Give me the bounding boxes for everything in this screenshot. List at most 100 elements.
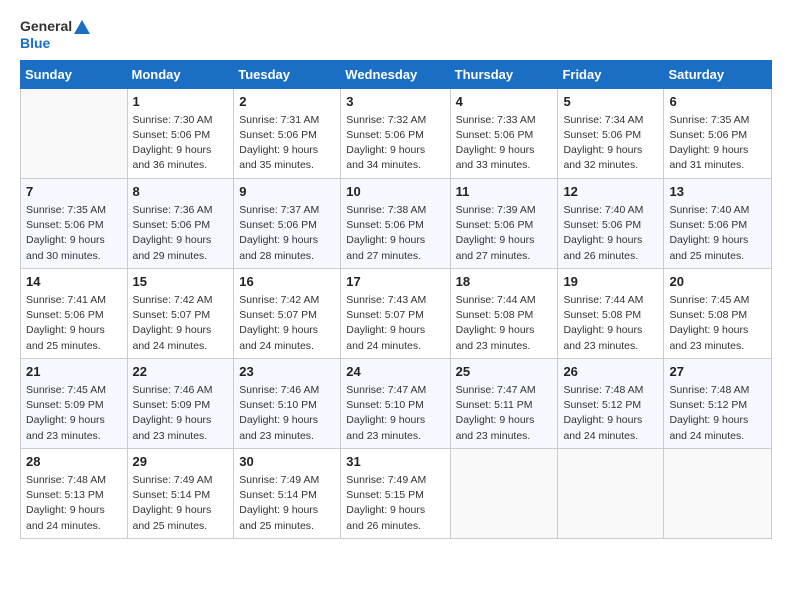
calendar-cell: 10Sunrise: 7:38 AMSunset: 5:06 PMDayligh… xyxy=(341,178,450,268)
day-number: 16 xyxy=(239,273,335,291)
calendar-cell: 2 Sunrise: 7:31 AMSunset: 5:06 PMDaylight… xyxy=(234,88,341,178)
day-info: Sunrise: 7:48 AMSunset: 5:12 PMDaylight:… xyxy=(563,383,658,444)
day-info: Sunrise: 7:45 AMSunset: 5:09 PMDaylight:… xyxy=(26,383,122,444)
day-number: 14 xyxy=(26,273,122,291)
day-info: Sunrise: 7:43 AMSunset: 5:07 PMDaylight:… xyxy=(346,293,444,354)
day-info: Sunrise: 7:30 AMSunset: 5:06 PMDaylight:… xyxy=(133,113,229,174)
day-number: 15 xyxy=(133,273,229,291)
day-info: Sunrise: 7:46 AMSunset: 5:09 PMDaylight:… xyxy=(133,383,229,444)
calendar-cell: 21 Sunrise: 7:45 AMSunset: 5:09 PMDayligh… xyxy=(21,358,128,448)
calendar-cell: 15 Sunrise: 7:42 AMSunset: 5:07 PMDayligh… xyxy=(127,268,234,358)
calendar-cell: 20 Sunrise: 7:45 AMSunset: 5:08 PMDayligh… xyxy=(664,268,772,358)
day-number: 13 xyxy=(669,183,766,201)
day-number: 31 xyxy=(346,453,444,471)
calendar-cell: 18 Sunrise: 7:44 AMSunset: 5:08 PMDayligh… xyxy=(450,268,558,358)
calendar-cell: 17 Sunrise: 7:43 AMSunset: 5:07 PMDayligh… xyxy=(341,268,450,358)
day-info: Sunrise: 7:49 AMSunset: 5:15 PMDaylight:… xyxy=(346,473,444,534)
calendar-cell: 5 Sunrise: 7:34 AMSunset: 5:06 PMDaylight… xyxy=(558,88,664,178)
calendar-cell: 1 Sunrise: 7:30 AMSunset: 5:06 PMDaylight… xyxy=(127,88,234,178)
calendar-table: SundayMondayTuesdayWednesdayThursdayFrid… xyxy=(20,60,772,539)
calendar-cell xyxy=(558,448,664,538)
day-info: Sunrise: 7:40 AMSunset: 5:06 PMDaylight:… xyxy=(669,203,766,264)
day-number: 17 xyxy=(346,273,444,291)
calendar-week-3: 14Sunrise: 7:41 AMSunset: 5:06 PMDayligh… xyxy=(21,268,772,358)
page-container: General Blue SundayMondayTuesdayWednesda… xyxy=(0,0,792,549)
day-info: Sunrise: 7:34 AMSunset: 5:06 PMDaylight:… xyxy=(563,113,658,174)
day-number: 28 xyxy=(26,453,122,471)
day-header-friday: Friday xyxy=(558,60,664,88)
calendar-cell: 26Sunrise: 7:48 AMSunset: 5:12 PMDayligh… xyxy=(558,358,664,448)
calendar-cell: 24Sunrise: 7:47 AMSunset: 5:10 PMDayligh… xyxy=(341,358,450,448)
day-info: Sunrise: 7:32 AMSunset: 5:06 PMDaylight:… xyxy=(346,113,444,174)
day-info: Sunrise: 7:45 AMSunset: 5:08 PMDaylight:… xyxy=(669,293,766,354)
day-number: 1 xyxy=(133,93,229,111)
day-info: Sunrise: 7:33 AMSunset: 5:06 PMDaylight:… xyxy=(456,113,553,174)
calendar-cell: 23 Sunrise: 7:46 AMSunset: 5:10 PMDayligh… xyxy=(234,358,341,448)
day-info: Sunrise: 7:31 AMSunset: 5:06 PMDaylight:… xyxy=(239,113,335,174)
calendar-cell: 9 Sunrise: 7:37 AMSunset: 5:06 PMDaylight… xyxy=(234,178,341,268)
day-info: Sunrise: 7:49 AMSunset: 5:14 PMDaylight:… xyxy=(239,473,335,534)
day-number: 21 xyxy=(26,363,122,381)
day-number: 18 xyxy=(456,273,553,291)
day-info: Sunrise: 7:42 AMSunset: 5:07 PMDaylight:… xyxy=(239,293,335,354)
logo-text: General Blue xyxy=(20,18,90,52)
day-header-thursday: Thursday xyxy=(450,60,558,88)
calendar-cell xyxy=(450,448,558,538)
calendar-cell: 12Sunrise: 7:40 AMSunset: 5:06 PMDayligh… xyxy=(558,178,664,268)
day-info: Sunrise: 7:35 AMSunset: 5:06 PMDaylight:… xyxy=(26,203,122,264)
day-number: 2 xyxy=(239,93,335,111)
day-info: Sunrise: 7:42 AMSunset: 5:07 PMDaylight:… xyxy=(133,293,229,354)
day-info: Sunrise: 7:47 AMSunset: 5:10 PMDaylight:… xyxy=(346,383,444,444)
day-info: Sunrise: 7:36 AMSunset: 5:06 PMDaylight:… xyxy=(133,203,229,264)
day-info: Sunrise: 7:47 AMSunset: 5:11 PMDaylight:… xyxy=(456,383,553,444)
logo: General Blue xyxy=(20,18,90,52)
day-number: 5 xyxy=(563,93,658,111)
day-number: 10 xyxy=(346,183,444,201)
day-info: Sunrise: 7:48 AMSunset: 5:13 PMDaylight:… xyxy=(26,473,122,534)
day-number: 30 xyxy=(239,453,335,471)
calendar-cell: 29 Sunrise: 7:49 AMSunset: 5:14 PMDayligh… xyxy=(127,448,234,538)
calendar-cell: 13 Sunrise: 7:40 AMSunset: 5:06 PMDayligh… xyxy=(664,178,772,268)
day-number: 22 xyxy=(133,363,229,381)
calendar-cell: 28 Sunrise: 7:48 AMSunset: 5:13 PMDayligh… xyxy=(21,448,128,538)
day-number: 20 xyxy=(669,273,766,291)
calendar-cell: 31 Sunrise: 7:49 AMSunset: 5:15 PMDayligh… xyxy=(341,448,450,538)
day-number: 23 xyxy=(239,363,335,381)
day-number: 9 xyxy=(239,183,335,201)
calendar-cell: 25 Sunrise: 7:47 AMSunset: 5:11 PMDayligh… xyxy=(450,358,558,448)
day-info: Sunrise: 7:46 AMSunset: 5:10 PMDaylight:… xyxy=(239,383,335,444)
day-number: 29 xyxy=(133,453,229,471)
day-info: Sunrise: 7:37 AMSunset: 5:06 PMDaylight:… xyxy=(239,203,335,264)
day-number: 27 xyxy=(669,363,766,381)
calendar-week-5: 28 Sunrise: 7:48 AMSunset: 5:13 PMDayligh… xyxy=(21,448,772,538)
calendar-cell: 30 Sunrise: 7:49 AMSunset: 5:14 PMDayligh… xyxy=(234,448,341,538)
calendar-week-4: 21 Sunrise: 7:45 AMSunset: 5:09 PMDayligh… xyxy=(21,358,772,448)
calendar-cell: 22 Sunrise: 7:46 AMSunset: 5:09 PMDayligh… xyxy=(127,358,234,448)
calendar-cell: 27Sunrise: 7:48 AMSunset: 5:12 PMDayligh… xyxy=(664,358,772,448)
calendar-week-2: 7 Sunrise: 7:35 AMSunset: 5:06 PMDaylight… xyxy=(21,178,772,268)
day-info: Sunrise: 7:49 AMSunset: 5:14 PMDaylight:… xyxy=(133,473,229,534)
calendar-header-row: SundayMondayTuesdayWednesdayThursdayFrid… xyxy=(21,60,772,88)
day-number: 4 xyxy=(456,93,553,111)
calendar-cell xyxy=(21,88,128,178)
day-info: Sunrise: 7:40 AMSunset: 5:06 PMDaylight:… xyxy=(563,203,658,264)
calendar-cell: 19Sunrise: 7:44 AMSunset: 5:08 PMDayligh… xyxy=(558,268,664,358)
day-header-wednesday: Wednesday xyxy=(341,60,450,88)
day-info: Sunrise: 7:39 AMSunset: 5:06 PMDaylight:… xyxy=(456,203,553,264)
day-header-tuesday: Tuesday xyxy=(234,60,341,88)
calendar-cell: 11 Sunrise: 7:39 AMSunset: 5:06 PMDayligh… xyxy=(450,178,558,268)
header: General Blue xyxy=(20,18,772,52)
day-number: 7 xyxy=(26,183,122,201)
day-info: Sunrise: 7:35 AMSunset: 5:06 PMDaylight:… xyxy=(669,113,766,174)
calendar-cell xyxy=(664,448,772,538)
day-info: Sunrise: 7:44 AMSunset: 5:08 PMDaylight:… xyxy=(563,293,658,354)
calendar-week-1: 1 Sunrise: 7:30 AMSunset: 5:06 PMDaylight… xyxy=(21,88,772,178)
day-number: 11 xyxy=(456,183,553,201)
day-number: 25 xyxy=(456,363,553,381)
calendar-cell: 14Sunrise: 7:41 AMSunset: 5:06 PMDayligh… xyxy=(21,268,128,358)
day-header-saturday: Saturday xyxy=(664,60,772,88)
calendar-cell: 8Sunrise: 7:36 AMSunset: 5:06 PMDaylight… xyxy=(127,178,234,268)
day-number: 3 xyxy=(346,93,444,111)
calendar-cell: 16 Sunrise: 7:42 AMSunset: 5:07 PMDayligh… xyxy=(234,268,341,358)
day-info: Sunrise: 7:44 AMSunset: 5:08 PMDaylight:… xyxy=(456,293,553,354)
